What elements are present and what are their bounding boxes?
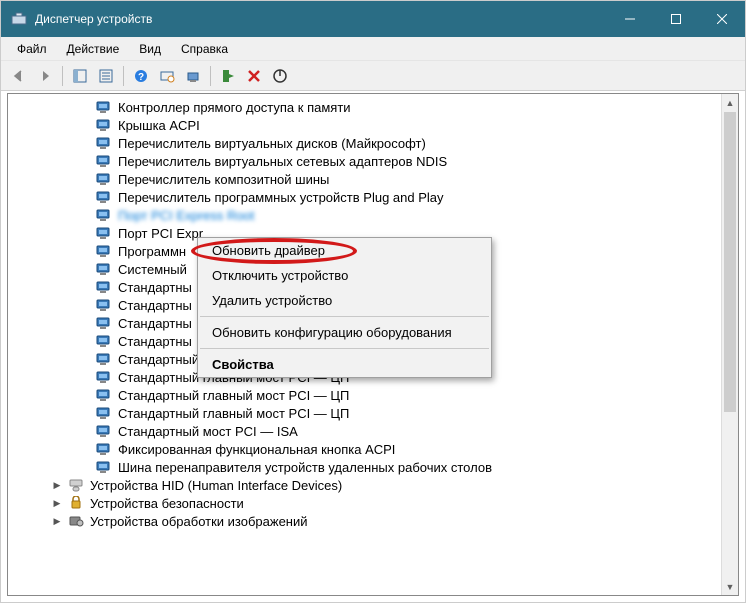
device-label: Стандартны (118, 316, 192, 331)
device-label: Порт PCI Expr (118, 226, 203, 241)
menu-action[interactable]: Действие (57, 39, 130, 59)
menu-file[interactable]: Файл (7, 39, 57, 59)
toolbar-separator (123, 66, 124, 86)
ctx-disable-device[interactable]: Отключить устройство (198, 263, 491, 288)
properties-button[interactable] (94, 64, 118, 88)
device-label: Стандартны (118, 280, 192, 295)
minimize-button[interactable] (607, 1, 653, 37)
forward-button[interactable] (33, 64, 57, 88)
device-label: Перечислитель программных устройств Plug… (118, 190, 444, 205)
ctx-properties[interactable]: Свойства (198, 352, 491, 377)
device-item[interactable]: Стандартный главный мост PCI — ЦП (8, 404, 738, 422)
device-label: Стандартный мост PCI — ISA (118, 424, 298, 439)
scrollbar[interactable]: ▲ ▼ (721, 94, 738, 595)
device-label: Порт PCI Express Root (118, 208, 254, 223)
enable-device-button[interactable] (216, 64, 240, 88)
device-label: Контроллер прямого доступа к памяти (118, 100, 351, 115)
device-item[interactable]: Перечислитель виртуальных дисков (Майкро… (8, 134, 738, 152)
app-icon (11, 11, 27, 27)
update-driver-button[interactable] (181, 64, 205, 88)
disable-button[interactable] (268, 64, 292, 88)
device-category[interactable]: ▶ Устройства HID (Human Interface Devices… (8, 476, 738, 494)
ctx-separator (200, 348, 489, 349)
ctx-scan-hardware[interactable]: Обновить конфигурацию оборудования (198, 320, 491, 345)
device-category[interactable]: ▶ Устройства безопасности (8, 494, 738, 512)
scroll-up-button[interactable]: ▲ (722, 94, 738, 111)
device-label: Фиксированная функциональная кнопка ACPI (118, 442, 395, 457)
device-label: Стандартный главный мост PCI — ЦП (118, 406, 349, 421)
scroll-thumb[interactable] (724, 112, 736, 412)
ctx-update-driver[interactable]: Обновить драйвер (198, 238, 491, 263)
device-label: Стандартны (118, 298, 192, 313)
device-item[interactable]: Стандартный главный мост PCI — ЦП (8, 386, 738, 404)
device-item[interactable]: Перечислитель программных устройств Plug… (8, 188, 738, 206)
toolbar-separator (210, 66, 211, 86)
device-label: Крышка ACPI (118, 118, 200, 133)
expand-icon[interactable]: ▶ (50, 478, 64, 492)
help-button[interactable]: ? (129, 64, 153, 88)
device-item[interactable]: Шина перенаправителя устройств удаленных… (8, 458, 738, 476)
device-label: Программн (118, 244, 186, 259)
device-label: Системный (118, 262, 187, 277)
svg-text:?: ? (138, 72, 144, 83)
device-label: Перечислитель композитной шины (118, 172, 329, 187)
uninstall-button[interactable] (242, 64, 266, 88)
window-title: Диспетчер устройств (35, 12, 607, 26)
category-label: Устройства HID (Human Interface Devices) (90, 478, 342, 493)
device-category[interactable]: ▶ Устройства обработки изображений (8, 512, 738, 530)
device-item[interactable]: Контроллер прямого доступа к памяти (8, 98, 738, 116)
scan-hardware-button[interactable] (155, 64, 179, 88)
back-button[interactable] (7, 64, 31, 88)
menubar: Файл Действие Вид Справка (1, 37, 745, 61)
show-hide-tree-button[interactable] (68, 64, 92, 88)
device-label: Стандартны (118, 334, 192, 349)
device-label: Перечислитель виртуальных сетевых адапте… (118, 154, 447, 169)
category-label: Устройства безопасности (90, 496, 244, 511)
menu-help[interactable]: Справка (171, 39, 238, 59)
ctx-uninstall-device[interactable]: Удалить устройство (198, 288, 491, 313)
device-item[interactable]: Порт PCI Express Root (8, 206, 738, 224)
toolbar: ? (1, 61, 745, 91)
device-label: Стандартный главный мост PCI — ЦП (118, 388, 349, 403)
expand-icon[interactable]: ▶ (50, 496, 64, 510)
device-label: Шина перенаправителя устройств удаленных… (118, 460, 492, 475)
device-item[interactable]: Фиксированная функциональная кнопка ACPI (8, 440, 738, 458)
context-menu: Обновить драйвер Отключить устройство Уд… (197, 237, 492, 378)
scroll-down-button[interactable]: ▼ (722, 578, 738, 595)
toolbar-separator (62, 66, 63, 86)
category-label: Устройства обработки изображений (90, 514, 308, 529)
window-controls (607, 1, 745, 37)
expand-icon[interactable]: ▶ (50, 514, 64, 528)
device-item[interactable]: Крышка ACPI (8, 116, 738, 134)
device-item[interactable]: Перечислитель виртуальных сетевых адапте… (8, 152, 738, 170)
device-label: Перечислитель виртуальных дисков (Майкро… (118, 136, 426, 151)
device-item[interactable]: Стандартный мост PCI — ISA (8, 422, 738, 440)
maximize-button[interactable] (653, 1, 699, 37)
ctx-separator (200, 316, 489, 317)
device-item[interactable]: Перечислитель композитной шины (8, 170, 738, 188)
close-button[interactable] (699, 1, 745, 37)
titlebar: Диспетчер устройств (1, 1, 745, 37)
menu-view[interactable]: Вид (129, 39, 171, 59)
